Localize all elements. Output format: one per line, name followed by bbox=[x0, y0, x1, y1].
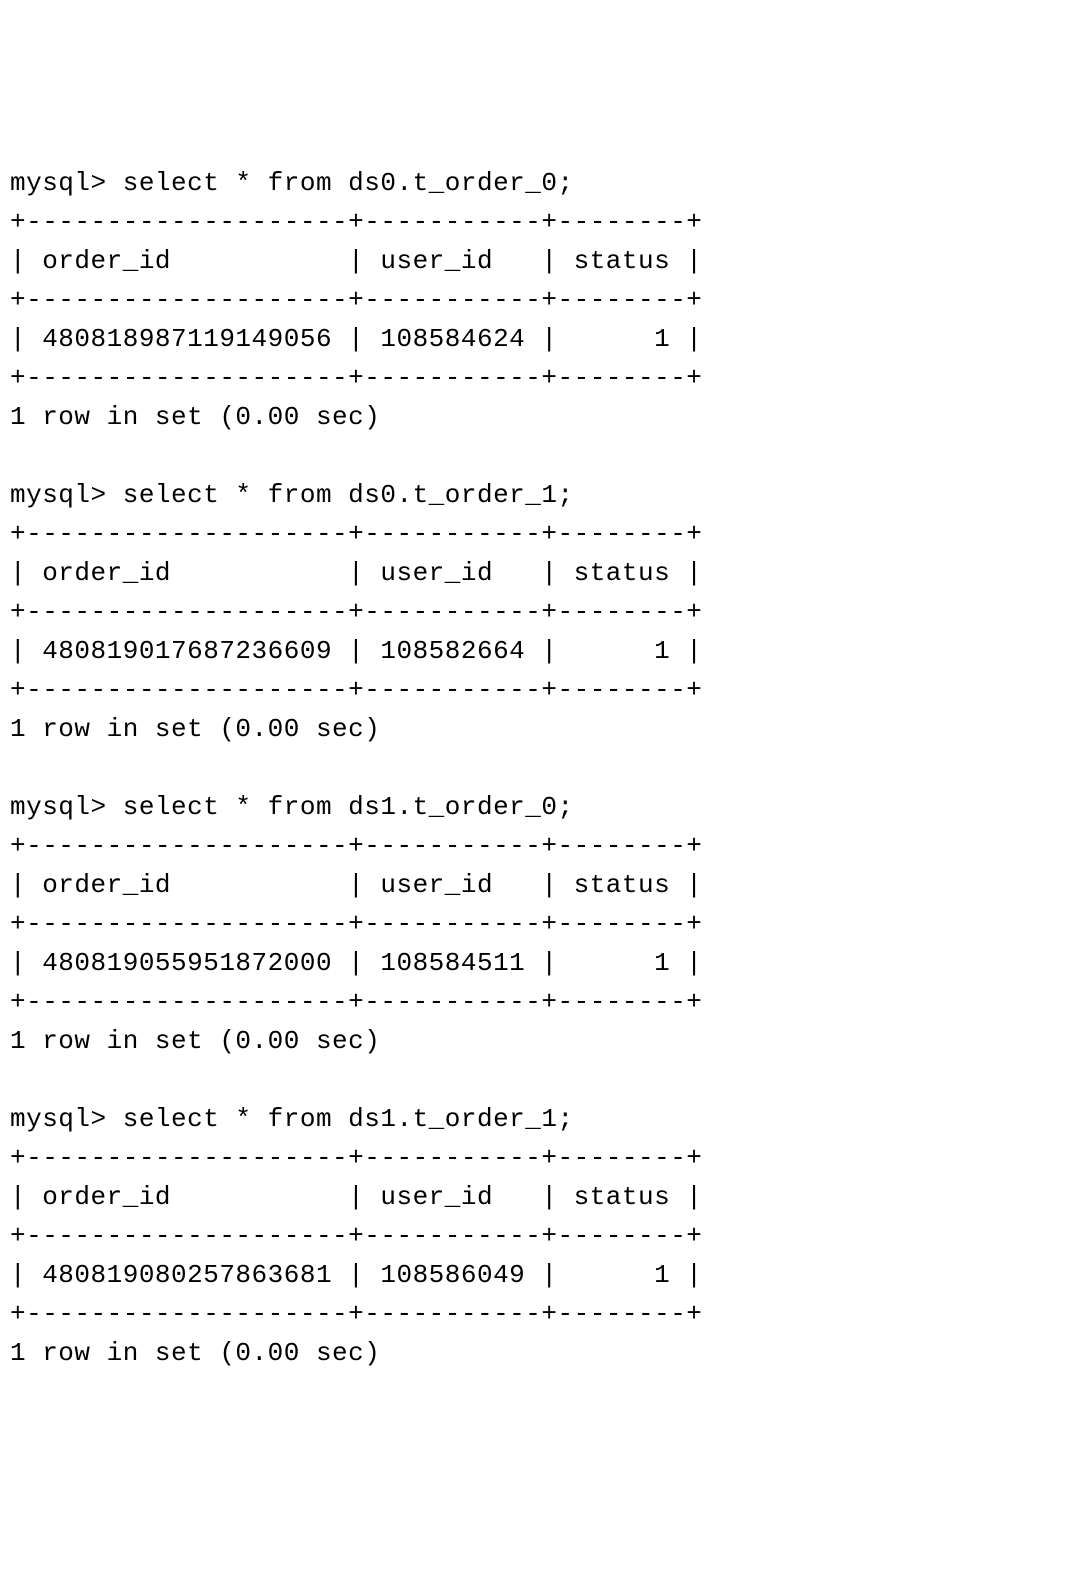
table-border-top: +--------------------+-----------+------… bbox=[10, 831, 702, 861]
terminal-output: mysql> select * from ds0.t_order_0; +---… bbox=[10, 164, 1070, 1373]
table-border-mid: +--------------------+-----------+------… bbox=[10, 597, 702, 627]
table-row: | 480819080257863681 | 108586049 | 1 | bbox=[10, 1260, 702, 1290]
table-header: | order_id | user_id | status | bbox=[10, 1182, 702, 1212]
prompt: mysql> bbox=[10, 480, 123, 510]
table-border-bottom: +--------------------+-----------+------… bbox=[10, 987, 702, 1017]
sql-query: select * from ds0.t_order_0; bbox=[123, 168, 574, 198]
table-border-mid: +--------------------+-----------+------… bbox=[10, 285, 702, 315]
table-border-top: +--------------------+-----------+------… bbox=[10, 1143, 702, 1173]
table-row: | 480818987119149056 | 108584624 | 1 | bbox=[10, 324, 702, 354]
query-block-0: mysql> select * from ds0.t_order_0; +---… bbox=[10, 168, 702, 432]
prompt: mysql> bbox=[10, 1104, 123, 1134]
query-block-1: mysql> select * from ds0.t_order_1; +---… bbox=[10, 480, 702, 744]
table-border-bottom: +--------------------+-----------+------… bbox=[10, 363, 702, 393]
table-border-bottom: +--------------------+-----------+------… bbox=[10, 1299, 702, 1329]
prompt: mysql> bbox=[10, 168, 123, 198]
summary: 1 row in set (0.00 sec) bbox=[10, 1338, 380, 1368]
table-row: | 480819017687236609 | 108582664 | 1 | bbox=[10, 636, 702, 666]
table-row: | 480819055951872000 | 108584511 | 1 | bbox=[10, 948, 702, 978]
sql-query: select * from ds1.t_order_0; bbox=[123, 792, 574, 822]
table-header: | order_id | user_id | status | bbox=[10, 246, 702, 276]
table-border-top: +--------------------+-----------+------… bbox=[10, 519, 702, 549]
summary: 1 row in set (0.00 sec) bbox=[10, 402, 380, 432]
table-header: | order_id | user_id | status | bbox=[10, 870, 702, 900]
sql-query: select * from ds0.t_order_1; bbox=[123, 480, 574, 510]
query-block-2: mysql> select * from ds1.t_order_0; +---… bbox=[10, 792, 702, 1056]
summary: 1 row in set (0.00 sec) bbox=[10, 1026, 380, 1056]
summary: 1 row in set (0.00 sec) bbox=[10, 714, 380, 744]
sql-query: select * from ds1.t_order_1; bbox=[123, 1104, 574, 1134]
query-block-3: mysql> select * from ds1.t_order_1; +---… bbox=[10, 1104, 702, 1368]
table-header: | order_id | user_id | status | bbox=[10, 558, 702, 588]
table-border-top: +--------------------+-----------+------… bbox=[10, 207, 702, 237]
prompt: mysql> bbox=[10, 792, 123, 822]
table-border-bottom: +--------------------+-----------+------… bbox=[10, 675, 702, 705]
table-border-mid: +--------------------+-----------+------… bbox=[10, 1221, 702, 1251]
table-border-mid: +--------------------+-----------+------… bbox=[10, 909, 702, 939]
